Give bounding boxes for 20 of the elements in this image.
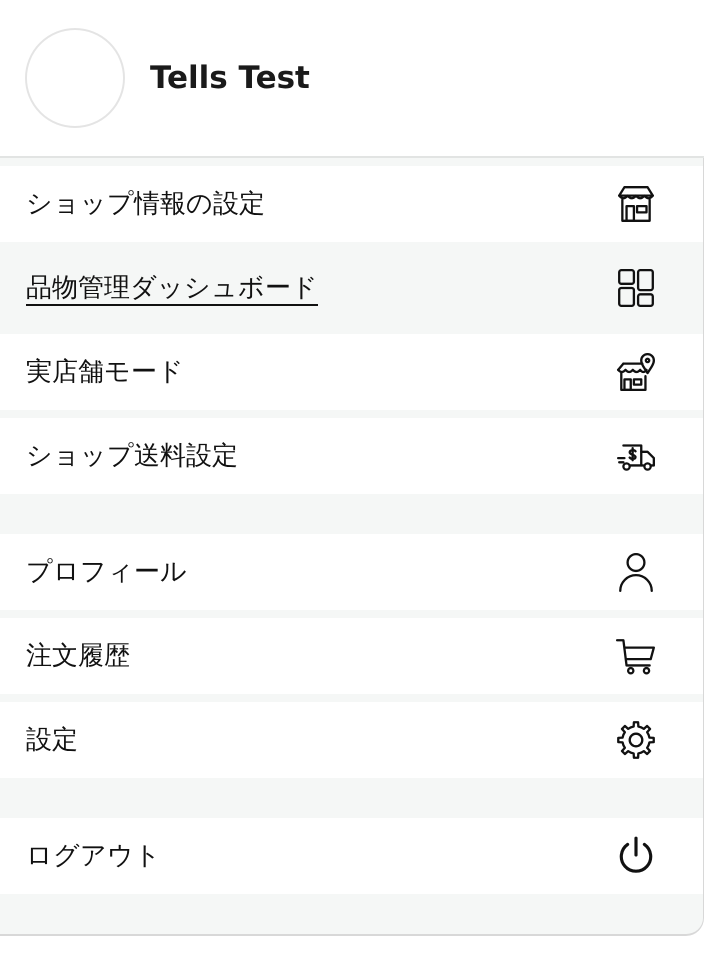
store-icon: [615, 183, 657, 225]
dashboard-icon: [615, 267, 657, 309]
menu-item-label: 品物管理ダッシュボード: [26, 272, 318, 304]
menu-item-label: ログアウト: [26, 840, 161, 872]
menu-item-label: 実店舗モード: [26, 356, 184, 388]
menu-item[interactable]: ショップ送料設定: [0, 418, 703, 494]
settings-icon: [615, 719, 657, 761]
menu-item-label: プロフィール: [26, 556, 187, 588]
menu-item[interactable]: ログアウト: [0, 818, 703, 894]
menu-item[interactable]: プロフィール: [0, 534, 703, 610]
menu-item-label: 設定: [26, 724, 78, 756]
store-location-icon: [615, 351, 657, 393]
menu-item-label: 注文履歴: [26, 640, 130, 672]
user-name: Tells Test: [150, 58, 310, 98]
menu-item[interactable]: ショップ情報の設定: [0, 166, 703, 242]
menu-item[interactable]: 実店舗モード: [0, 334, 703, 410]
menu-item[interactable]: 注文履歴: [0, 618, 703, 694]
menu-item[interactable]: 設定: [0, 702, 703, 778]
menu-item-label: ショップ送料設定: [26, 440, 238, 472]
menu-item-label: ショップ情報の設定: [26, 188, 265, 220]
